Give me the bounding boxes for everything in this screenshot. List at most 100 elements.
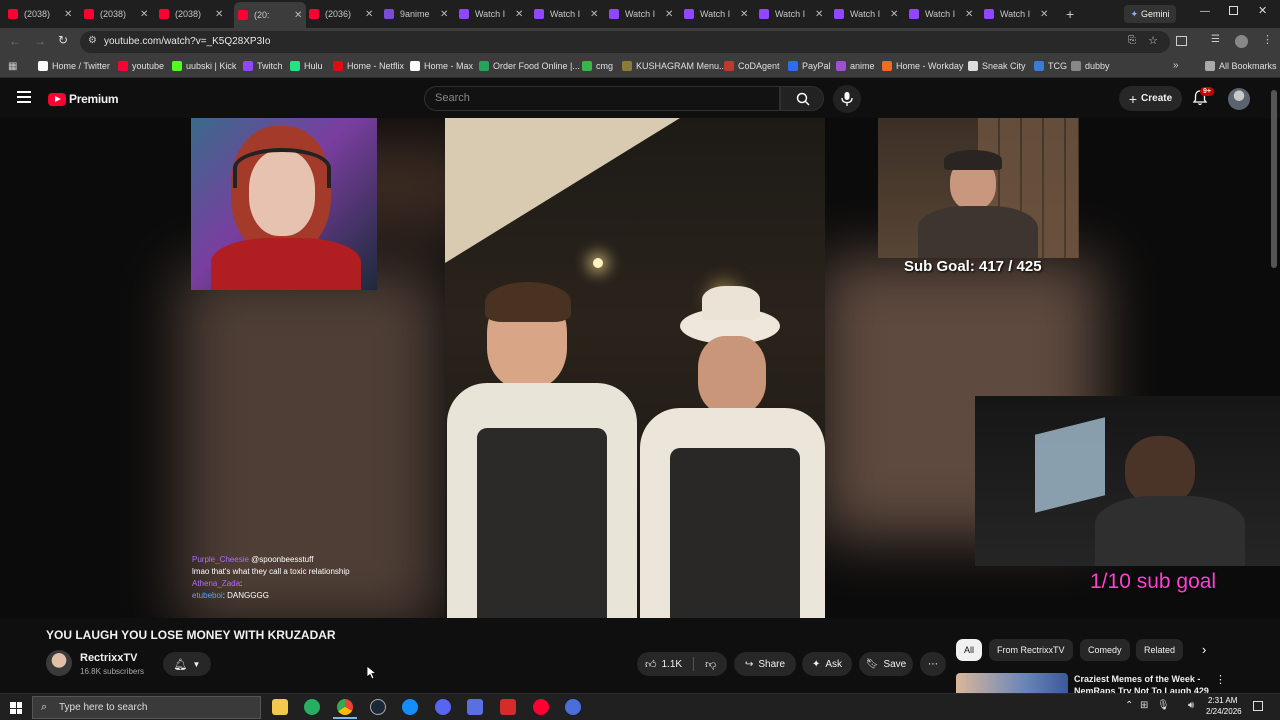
bookmark-item[interactable]: Home / Twitter xyxy=(38,61,110,71)
app-blue-icon[interactable] xyxy=(565,699,581,715)
create-button[interactable]: + Create xyxy=(1119,86,1182,111)
chrome-icon[interactable] xyxy=(337,699,353,715)
bookmark-item[interactable]: TCG xyxy=(1034,61,1067,71)
bookmark-item[interactable]: CoDAgent xyxy=(724,61,780,71)
bookmark-item[interactable]: cmg xyxy=(582,61,613,71)
channel-avatar[interactable] xyxy=(46,650,72,676)
tray-overflow-icon[interactable]: ⌃ xyxy=(1125,700,1133,711)
search-input[interactable]: Search xyxy=(424,86,780,111)
browser-tab[interactable]: (2038) ✕ xyxy=(84,4,148,24)
youtube-app-icon[interactable] xyxy=(533,699,549,715)
tab-close-icon[interactable]: ✕ xyxy=(440,9,448,20)
browser-tab[interactable]: (2038) ✕ xyxy=(8,4,72,24)
browser-tab[interactable]: 9anime ✕ xyxy=(384,4,448,24)
browser-tab[interactable]: Watch I ✕ xyxy=(984,4,1048,24)
recommended-thumbnail[interactable] xyxy=(956,673,1068,693)
bookmark-item[interactable]: Hulu xyxy=(290,61,323,71)
bookmark-item[interactable]: youtube xyxy=(118,61,164,71)
taskbar-search-input[interactable]: ⌕ Type here to search xyxy=(32,696,261,719)
voice-search-button[interactable] xyxy=(833,85,861,113)
mic-tray-icon[interactable]: 🎙︎ xyxy=(1157,700,1170,711)
browser-tab[interactable]: Watch I ✕ xyxy=(759,4,823,24)
minimize-button[interactable]: — xyxy=(1200,6,1210,17)
tab-close-icon[interactable]: ✕ xyxy=(515,9,523,20)
tab-close-icon[interactable]: ✕ xyxy=(1040,9,1048,20)
account-avatar[interactable] xyxy=(1228,88,1250,110)
network-icon[interactable]: ⊞ xyxy=(1140,700,1148,711)
steam-icon[interactable] xyxy=(370,699,386,715)
maximize-button[interactable] xyxy=(1229,6,1238,15)
dislike-button[interactable]: 👎︎ xyxy=(705,658,716,671)
search-button[interactable] xyxy=(780,86,824,111)
browser-menu-icon[interactable]: ⋮ xyxy=(1262,33,1273,46)
subscribed-bell-button[interactable]: 🔔︎ ▼ xyxy=(163,652,211,676)
bookmark-item[interactable]: PayPal xyxy=(788,61,831,71)
more-actions-button[interactable]: ⋯ xyxy=(920,652,946,676)
bookmark-item[interactable]: dubby xyxy=(1071,61,1110,71)
address-bar[interactable]: ⚙ youtube.com/watch?v=_K5Q28XP3Io ⎘ ☆ xyxy=(80,31,1170,53)
tab-close-icon[interactable]: ✕ xyxy=(294,10,302,21)
bookmark-item[interactable]: Home - Max xyxy=(410,61,473,71)
battlenet-icon[interactable] xyxy=(402,699,418,715)
tab-close-icon[interactable]: ✕ xyxy=(64,9,72,20)
tab-close-icon[interactable]: ✕ xyxy=(590,9,598,20)
notification-center-icon[interactable] xyxy=(1253,701,1263,711)
save-button[interactable]: 🔖︎ Save xyxy=(859,652,913,676)
tab-close-icon[interactable]: ✕ xyxy=(215,9,223,20)
bookmark-item[interactable]: Home - Netflix xyxy=(333,61,404,71)
xbox-icon[interactable] xyxy=(304,699,320,715)
chip-all[interactable]: All xyxy=(956,639,983,661)
bookmarks-overflow-icon[interactable]: » xyxy=(1173,60,1179,71)
chip-related[interactable]: Related xyxy=(1136,639,1184,661)
back-arrow-icon[interactable]: ← xyxy=(9,34,21,48)
speaker-icon[interactable]: 🔊︎ xyxy=(1188,700,1194,711)
browser-tab[interactable]: Watch I ✕ xyxy=(609,4,673,24)
chevron-right-icon[interactable]: › xyxy=(1202,642,1206,657)
windows-start-icon[interactable] xyxy=(10,702,22,714)
browser-tab[interactable]: (2036) ✕ xyxy=(309,4,373,24)
bookmark-item[interactable]: KUSHAGRAM Menu... xyxy=(622,61,727,71)
file-explorer-icon[interactable] xyxy=(272,699,288,715)
bookmark-item[interactable]: anime xyxy=(836,61,875,71)
browser-tab[interactable]: Watch I ✕ xyxy=(834,4,898,24)
new-tab-button[interactable]: + xyxy=(1066,6,1074,22)
clock-date[interactable]: 2/24/2026 xyxy=(1206,707,1242,716)
page-scrollbar[interactable] xyxy=(1271,90,1277,268)
like-button[interactable]: 👍︎ 1.1K xyxy=(645,658,682,671)
profile-avatar-icon[interactable] xyxy=(1235,35,1248,48)
bookmark-item[interactable]: Twitch xyxy=(243,61,283,71)
bookmark-item[interactable]: Home - Workday xyxy=(882,61,963,71)
notifications-button[interactable]: 9+ xyxy=(1192,87,1214,108)
ask-button[interactable]: ✦ Ask xyxy=(802,652,852,676)
apps-grid-icon[interactable]: ▦ xyxy=(8,61,17,72)
reload-icon[interactable]: ↻ xyxy=(58,33,68,47)
bookmark-item[interactable]: uubski | Kick xyxy=(172,61,236,71)
discord-icon[interactable] xyxy=(435,699,451,715)
bookmark-item[interactable]: Sneak City xyxy=(968,61,1026,71)
chip-from-channel[interactable]: From RectrixxTV xyxy=(989,639,1073,661)
recommended-title[interactable]: Craziest Memes of the Week - xyxy=(1074,674,1200,684)
browser-tab[interactable]: Watch I ✕ xyxy=(684,4,748,24)
all-bookmarks-folder[interactable]: All Bookmarks xyxy=(1205,61,1277,71)
bookmark-star-icon[interactable]: ☆ xyxy=(1148,34,1158,47)
bookmark-item[interactable]: Order Food Online |... xyxy=(479,61,580,71)
recommended-more-icon[interactable]: ⋮ xyxy=(1215,673,1226,686)
tab-close-icon[interactable]: ✕ xyxy=(665,9,673,20)
browser-tab[interactable]: (2038) ✕ xyxy=(159,4,223,24)
tab-close-icon[interactable]: ✕ xyxy=(140,9,148,20)
app-red-icon[interactable] xyxy=(500,699,516,715)
video-player[interactable]: Sub Goal: 417 / 425 1/10 sub goal Purple… xyxy=(0,118,1280,618)
share-button[interactable]: ↪ Share xyxy=(734,652,796,676)
youtube-logo[interactable]: Premium xyxy=(48,92,119,106)
clock-time[interactable]: 2:31 AM xyxy=(1208,696,1237,705)
browser-tab[interactable]: Watch I ✕ xyxy=(534,4,598,24)
chip-comedy[interactable]: Comedy xyxy=(1080,639,1130,661)
tab-close-icon[interactable]: ✕ xyxy=(965,9,973,20)
close-window-button[interactable]: ✕ xyxy=(1258,4,1267,17)
gemini-button[interactable]: ✦ Gemini xyxy=(1124,5,1176,23)
channel-name[interactable]: RectrixxTV xyxy=(80,652,137,664)
tab-close-icon[interactable]: ✕ xyxy=(815,9,823,20)
browser-tab[interactable]: (20: ✕ xyxy=(234,2,307,28)
browser-tab[interactable]: Watch I ✕ xyxy=(459,4,523,24)
install-app-icon[interactable]: ⎘ xyxy=(1128,35,1136,46)
